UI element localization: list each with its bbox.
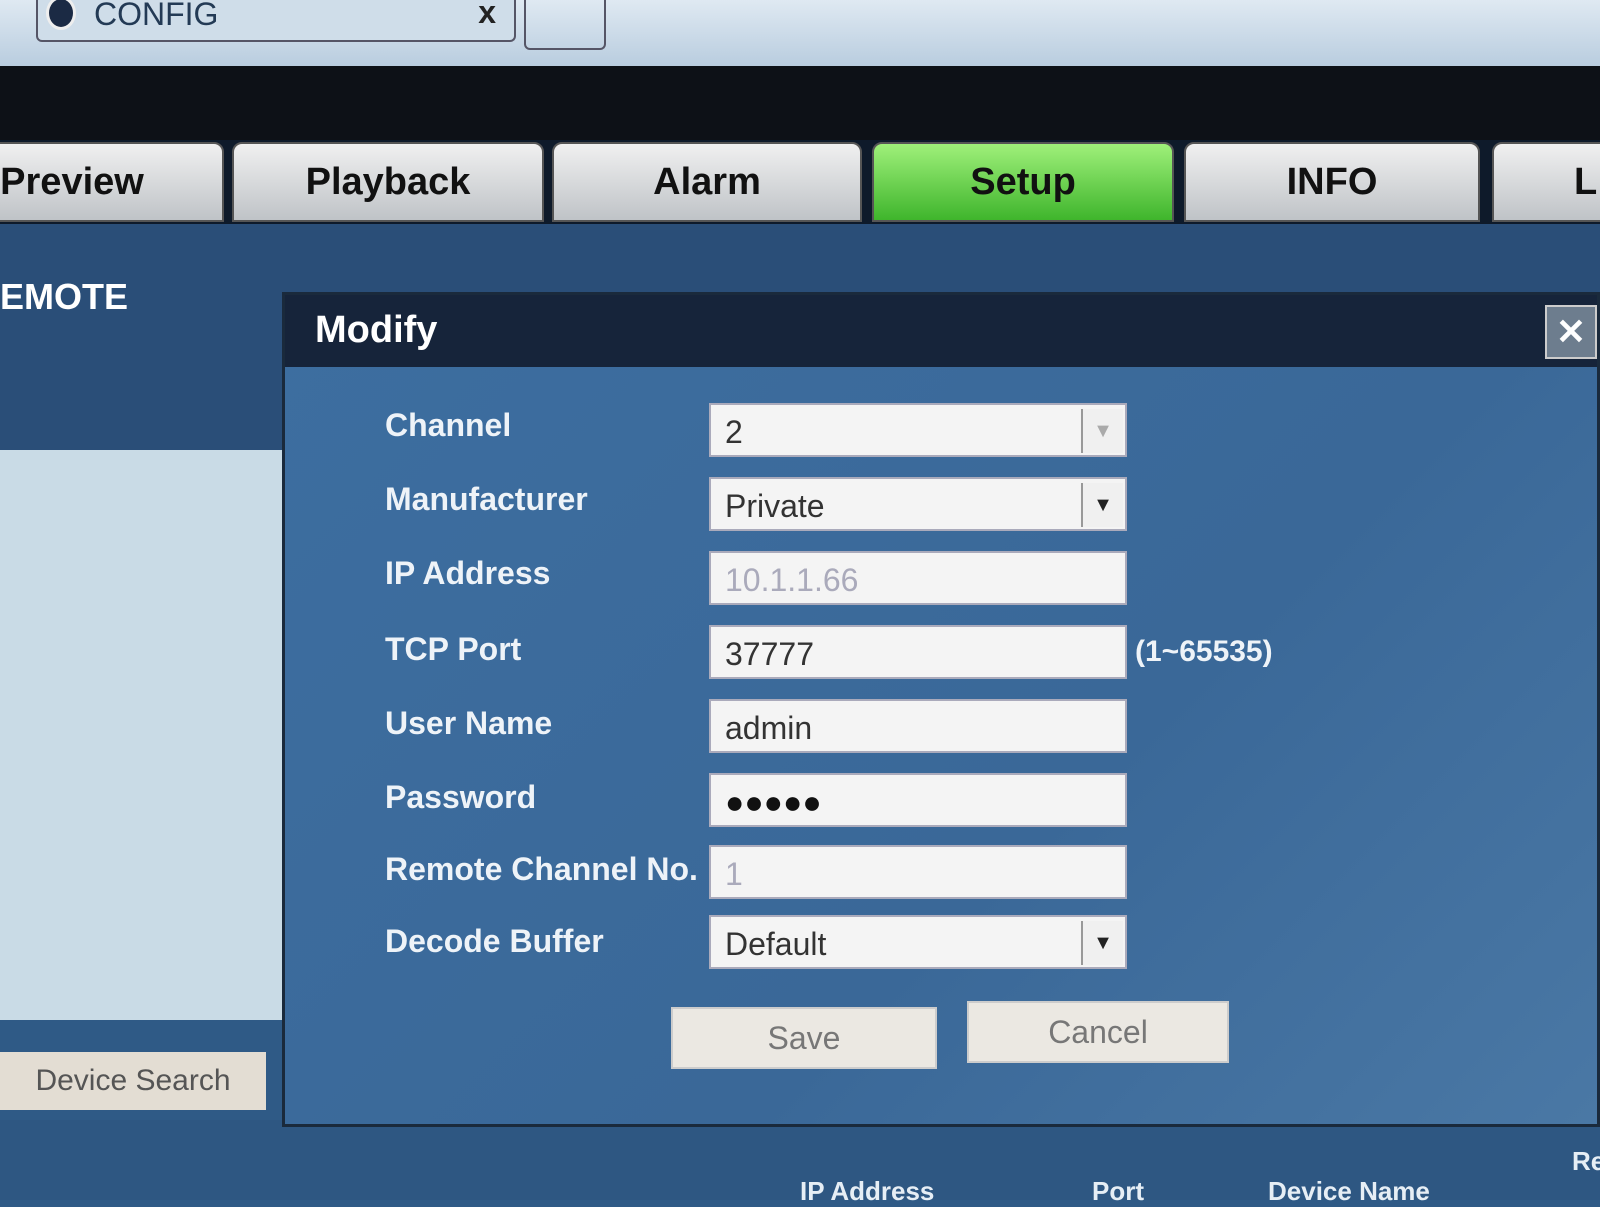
label-decode-buffer: Decode Buffer	[385, 923, 604, 959]
tcp-port-range-hint: (1~65535)	[1135, 635, 1273, 668]
col-port: Port	[1092, 1176, 1144, 1206]
ip-address-field[interactable]: 10.1.1.66	[709, 551, 1127, 605]
cancel-button[interactable]: Cancel	[967, 1001, 1229, 1063]
channel-select[interactable]: 2 ▼	[709, 403, 1127, 457]
col-ip-address: IP Address	[800, 1176, 935, 1206]
browser-tab-config[interactable]: CONFIG x	[36, 0, 516, 42]
chevron-down-icon[interactable]: ▼	[1081, 483, 1123, 527]
tab-preview[interactable]: Preview	[0, 142, 224, 222]
label-manufacturer: Manufacturer	[385, 481, 588, 517]
decode-buffer-select[interactable]: Default ▼	[709, 915, 1127, 969]
app-icon	[46, 0, 76, 30]
label-password: Password	[385, 779, 537, 815]
password-field[interactable]: ●●●●●	[709, 773, 1127, 827]
tab-alarm[interactable]: Alarm	[552, 142, 862, 222]
tab-setup[interactable]: Setup	[872, 142, 1174, 222]
tab-playback[interactable]: Playback	[232, 142, 544, 222]
tab-title: CONFIG	[94, 0, 219, 32]
chevron-down-icon[interactable]: ▼	[1081, 409, 1123, 453]
dialog-header	[285, 295, 1597, 367]
user-name-field[interactable]: admin	[709, 699, 1127, 753]
label-tcp-port: TCP Port	[385, 631, 522, 667]
tab-close-icon[interactable]: x	[478, 0, 496, 31]
label-remote-channel: Remote Channel No.	[385, 851, 698, 887]
new-tab[interactable]	[524, 0, 606, 50]
dialog-title: Modify	[315, 309, 438, 351]
modify-dialog: Modify ✕ Channel 2 ▼ Manufacturer Private…	[282, 292, 1600, 1127]
manufacturer-value: Private	[725, 488, 825, 524]
close-icon[interactable]: ✕	[1545, 305, 1597, 359]
device-search-button[interactable]: Device Search	[0, 1052, 266, 1110]
save-button[interactable]: Save	[671, 1007, 937, 1069]
col-device-name: Device Name	[1268, 1176, 1430, 1206]
section-title: EMOTE	[0, 276, 129, 317]
label-channel: Channel	[385, 407, 512, 443]
tab-logout[interactable]: L	[1492, 142, 1600, 222]
top-bar	[0, 66, 1600, 146]
manufacturer-select[interactable]: Private ▼	[709, 477, 1127, 531]
decode-buffer-value: Default	[725, 926, 827, 962]
label-user-name: User Name	[385, 705, 553, 741]
col-remote: Re	[1572, 1146, 1600, 1176]
device-list-pane	[0, 450, 308, 1020]
tab-info[interactable]: INFO	[1184, 142, 1480, 222]
tcp-port-field[interactable]: 37777	[709, 625, 1127, 679]
chevron-down-icon[interactable]: ▼	[1081, 921, 1123, 965]
remote-channel-field[interactable]: 1	[709, 845, 1127, 899]
label-ip-address: IP Address	[385, 555, 551, 591]
channel-value: 2	[725, 414, 743, 450]
